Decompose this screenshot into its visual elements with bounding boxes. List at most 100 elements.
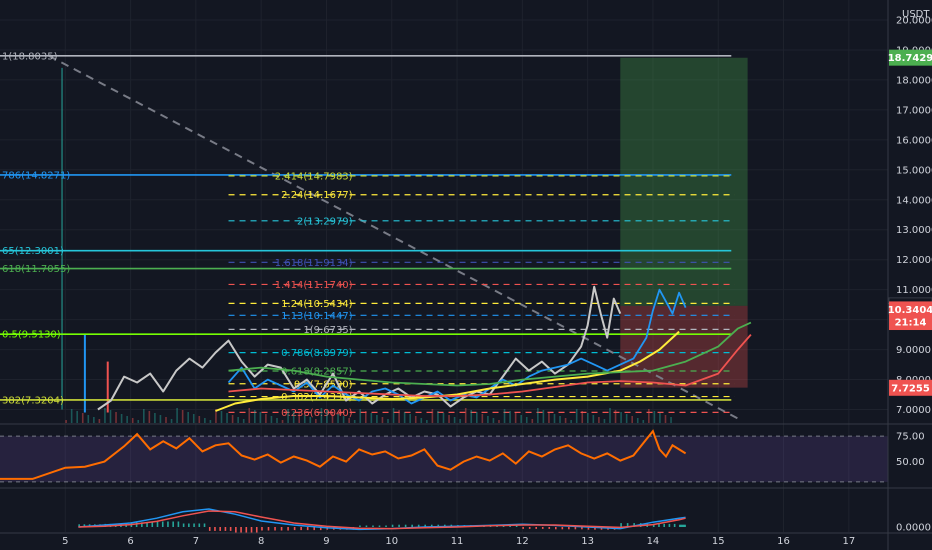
volume-bar (548, 412, 550, 423)
volume-bar (231, 415, 234, 423)
macd-histogram-bar (300, 527, 302, 531)
volume-bar (170, 419, 173, 423)
volume-bar (165, 417, 167, 423)
macd-histogram-bar (620, 523, 622, 527)
volume-bar (442, 413, 445, 423)
volume-bar (381, 417, 384, 423)
currency-label[interactable]: USDT (902, 9, 930, 20)
y-tick-label: 7.0000 (896, 405, 931, 416)
volume-bar (342, 416, 345, 423)
macd-histogram-bar (359, 525, 361, 527)
y-tick-label: 15.0000 (896, 165, 932, 176)
volume-bar (81, 413, 84, 423)
volume-bar (481, 414, 484, 423)
fib-level-label: 2.24(14.1677) (281, 190, 353, 201)
macd-histogram-bar (535, 527, 538, 529)
macd-histogram-bar (378, 525, 381, 527)
volume-bar (475, 412, 478, 423)
volume-bar (403, 412, 406, 423)
fib-level-label: 786(14.8271) (2, 170, 70, 181)
volume-bar (564, 418, 567, 423)
volume-bar (93, 417, 95, 423)
volume-bar (575, 409, 578, 423)
x-tick-label: 9 (323, 536, 329, 547)
volume-bar (464, 408, 467, 423)
volume-bar (636, 418, 639, 423)
volume-bar (348, 418, 350, 423)
volume-bar (176, 408, 178, 423)
volume-bar (154, 413, 156, 423)
chart-canvas[interactable]: 1(18.8035) 786(14.8271) 2.414(14.7983) 2.24… (0, 0, 932, 550)
volume-bar (537, 408, 539, 423)
volume-bar (531, 419, 534, 423)
macd-histogram-bar (267, 527, 270, 531)
macd-histogram-bar (541, 527, 544, 529)
volume-bar (498, 420, 500, 423)
macd-histogram-bar (280, 527, 283, 531)
volume-bar (659, 413, 661, 423)
fib-level-label: 0.786(8.8979) (281, 348, 353, 359)
volume-bar (148, 411, 151, 423)
fib-level-label: 618(11.7055) (2, 264, 70, 275)
macd-histogram-bar (167, 521, 169, 527)
position-stop-zone[interactable] (620, 305, 748, 388)
volume-bar (320, 408, 323, 423)
macd-histogram-bar (306, 527, 309, 531)
volume-bar (276, 418, 278, 423)
macd-histogram-bar (161, 521, 164, 527)
rsi-tick-label: 75.00 (896, 432, 925, 443)
volume-bar (598, 417, 600, 423)
volume-bar (220, 411, 223, 423)
volume-bar (631, 416, 633, 423)
macd-histogram-bar (182, 523, 185, 527)
volume-bar (281, 420, 284, 423)
y-tick-label: 11.0000 (896, 285, 932, 296)
volume-bar (553, 414, 556, 423)
volume-bar (642, 420, 645, 423)
volume-bar (337, 414, 339, 423)
macd-histogram-bar (261, 527, 263, 531)
trading-chart[interactable]: 1(18.8035) 786(14.8271) 2.414(14.7983) 2.24… (0, 0, 932, 550)
fib-level-label: 1.618(11.9134) (275, 258, 353, 269)
macd-histogram-bar (188, 523, 190, 527)
price-tag-label: 21:14 (895, 318, 927, 329)
macd-histogram-bar (555, 527, 557, 530)
volume-bar (453, 417, 456, 423)
volume-bar (420, 418, 423, 423)
volume-bar (192, 414, 195, 423)
volume-bar (115, 412, 117, 423)
volume-bar (609, 408, 611, 423)
macd-histogram-bar (398, 524, 400, 527)
price-tag-label: 7.7255 (891, 383, 930, 394)
volume-bar (303, 415, 306, 423)
y-tick-label: 18.0000 (896, 75, 932, 86)
volume-bar (520, 415, 522, 423)
y-tick-label: 17.0000 (896, 105, 932, 116)
volume-bar (120, 414, 123, 423)
fib-level-label: 0.236(6.9040) (281, 408, 353, 419)
macd-histogram-bar (229, 527, 232, 531)
volume-bar (309, 417, 312, 423)
macd-histogram-bar (214, 527, 216, 531)
fib-level-label: 1.414(11.1740) (275, 280, 353, 291)
y-tick-label: 14.0000 (896, 195, 932, 206)
macd-histogram-bar (172, 521, 174, 527)
volume-bar (625, 414, 628, 423)
volume-bar (98, 419, 101, 423)
volume-bar (137, 420, 140, 423)
x-tick-label: 14 (647, 536, 660, 547)
volume-bar (431, 409, 434, 423)
macd-histogram-bar (240, 527, 242, 533)
macd-histogram-bar (391, 524, 394, 527)
volume-bar (287, 409, 289, 423)
volume-bar (614, 410, 617, 423)
macd-histogram-bar (365, 525, 368, 527)
volume-bar (509, 411, 511, 423)
macd-histogram-bar (198, 523, 201, 527)
fib-level-label: 1.24(10.5434) (281, 299, 353, 310)
x-tick-label: 17 (842, 536, 855, 547)
volume-bar (426, 420, 428, 423)
macd-histogram-bar (255, 527, 258, 533)
volume-bar (570, 420, 572, 423)
volume-bar (387, 419, 389, 423)
